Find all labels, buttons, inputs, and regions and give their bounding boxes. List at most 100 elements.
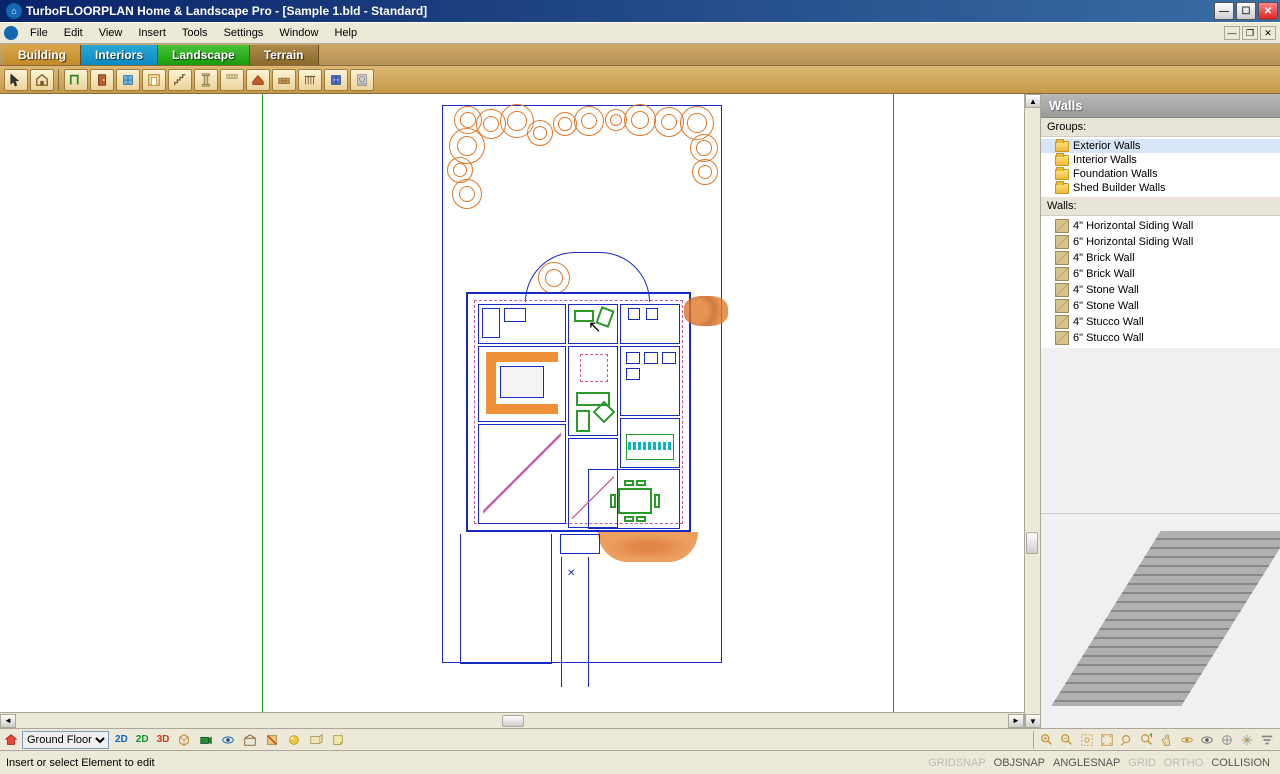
wall-icon (1055, 219, 1069, 233)
panel-title: Walls (1041, 94, 1280, 118)
wall-icon (1055, 235, 1069, 249)
wall-icon (1055, 251, 1069, 265)
location-icon[interactable] (4, 733, 18, 747)
walkthrough-button[interactable] (219, 731, 237, 749)
building-toolbar (0, 66, 1280, 94)
scroll-down-button[interactable]: ▼ (1025, 714, 1041, 728)
menu-file[interactable]: File (22, 25, 56, 41)
group-item[interactable]: Interior Walls (1041, 153, 1280, 167)
wall-item[interactable]: 4" Stucco Wall (1041, 314, 1280, 330)
elevation-button[interactable] (241, 731, 259, 749)
walk-button[interactable] (1198, 731, 1216, 749)
folder-icon (1055, 183, 1069, 194)
menu-edit[interactable]: Edit (56, 25, 91, 41)
status-opt-grid[interactable]: GRID (1124, 757, 1160, 769)
tab-interiors[interactable]: Interiors (81, 45, 158, 65)
vertical-scrollbar[interactable]: ▲ ▼ (1024, 94, 1040, 728)
menu-tools[interactable]: Tools (174, 25, 216, 41)
wall-item[interactable]: 6" Brick Wall (1041, 266, 1280, 282)
view-toolbar: Ground Floor 2D 2D 3D (0, 728, 1280, 750)
menu-help[interactable]: Help (326, 25, 365, 41)
pan-button[interactable] (1158, 731, 1176, 749)
view-filter-button[interactable] (1258, 731, 1276, 749)
tab-strip: BuildingInteriorsLandscapeTerrain (0, 44, 1280, 66)
wall-item[interactable]: 6" Horizontal Siding Wall (1041, 234, 1280, 250)
horizontal-scrollbar[interactable]: ◄ ► (0, 712, 1024, 728)
maximize-button[interactable]: ☐ (1236, 2, 1256, 20)
house-wizard-button[interactable] (30, 69, 54, 91)
preview-box (1041, 513, 1280, 728)
openings-button[interactable] (142, 69, 166, 91)
appliances-button[interactable] (350, 69, 374, 91)
menu-view[interactable]: View (91, 25, 131, 41)
titlebar: ⌂ TurboFLOORPLAN Home & Landscape Pro - … (0, 0, 1280, 22)
close-button[interactable]: ✕ (1258, 2, 1278, 20)
zoom-out-button[interactable] (1058, 731, 1076, 749)
roofs-button[interactable] (246, 69, 270, 91)
status-opt-ortho[interactable]: ORTHO (1160, 757, 1208, 769)
walls-button[interactable] (64, 69, 88, 91)
folder-icon (1055, 141, 1069, 152)
3d-view-button[interactable]: 3D (155, 733, 172, 746)
group-item[interactable]: Foundation Walls (1041, 167, 1280, 181)
drawing-canvas[interactable]: ✕ ↖ (0, 94, 1024, 712)
wall-icon (1055, 267, 1069, 281)
menu-settings[interactable]: Settings (216, 25, 272, 41)
tab-building[interactable]: Building (4, 45, 81, 65)
zoom-previous-button[interactable] (1118, 731, 1136, 749)
catalog-panel: Walls Groups: Exterior WallsInterior Wal… (1040, 94, 1280, 728)
3d-perspective-button[interactable] (175, 731, 193, 749)
floor-selector[interactable]: Ground Floor (22, 731, 109, 749)
wall-item[interactable]: 4" Stone Wall (1041, 282, 1280, 298)
zoom-in-button[interactable] (1038, 731, 1056, 749)
doors-button[interactable] (90, 69, 114, 91)
mdi-restore-button[interactable]: ❐ (1242, 26, 1258, 40)
wall-item[interactable]: 4" Brick Wall (1041, 250, 1280, 266)
mdi-minimize-button[interactable]: — (1224, 26, 1240, 40)
zoom-window-button[interactable] (1078, 731, 1096, 749)
scroll-left-button[interactable]: ◄ (0, 714, 16, 728)
menu-insert[interactable]: Insert (130, 25, 174, 41)
folder-icon (1055, 169, 1069, 180)
railings-button[interactable] (298, 69, 322, 91)
document-icon[interactable] (4, 26, 18, 40)
look-around-button[interactable] (1218, 731, 1236, 749)
minimize-button[interactable]: — (1214, 2, 1234, 20)
wall-item[interactable]: 6" Stucco Wall (1041, 330, 1280, 346)
select-tool-button[interactable] (4, 69, 28, 91)
group-item[interactable]: Exterior Walls (1041, 139, 1280, 153)
cross-section-button[interactable] (263, 731, 281, 749)
status-opt-objsnap[interactable]: OBJSNAP (990, 757, 1049, 769)
scroll-right-button[interactable]: ► (1008, 714, 1024, 728)
2d-designer-button[interactable]: 2D (134, 733, 151, 746)
cabinets-button[interactable] (324, 69, 348, 91)
scroll-up-button[interactable]: ▲ (1025, 94, 1041, 108)
zoom-realtime-button[interactable] (1138, 731, 1156, 749)
2d-view-button[interactable]: 2D (113, 733, 130, 746)
menu-window[interactable]: Window (271, 25, 326, 41)
floors-button[interactable] (272, 69, 296, 91)
camera-button[interactable] (197, 731, 215, 749)
render-button[interactable] (285, 731, 303, 749)
reset-view-button[interactable] (1238, 731, 1256, 749)
group-item[interactable]: Shed Builder Walls (1041, 181, 1280, 195)
zoom-fit-button[interactable] (1098, 731, 1116, 749)
status-opt-anglesnap[interactable]: ANGLESNAP (1049, 757, 1124, 769)
stairs-button[interactable] (168, 69, 192, 91)
ceilings-button[interactable] (220, 69, 244, 91)
folder-icon (1055, 155, 1069, 166)
wall-item[interactable]: 6" Stone Wall (1041, 298, 1280, 314)
tab-landscape[interactable]: Landscape (158, 45, 250, 65)
mdi-close-button[interactable]: ✕ (1260, 26, 1276, 40)
status-opt-gridsnap[interactable]: GRIDSNAP (924, 757, 989, 769)
export-button[interactable] (329, 731, 347, 749)
orbit-button[interactable] (1178, 731, 1196, 749)
vrml-button[interactable] (307, 731, 325, 749)
status-opt-collision[interactable]: COLLISION (1207, 757, 1274, 769)
wall-item[interactable]: 4" Horizontal Siding Wall (1041, 218, 1280, 234)
groups-label: Groups: (1041, 118, 1280, 137)
columns-button[interactable] (194, 69, 218, 91)
tab-terrain[interactable]: Terrain (250, 45, 319, 65)
wall-icon (1055, 283, 1069, 297)
windows-button[interactable] (116, 69, 140, 91)
